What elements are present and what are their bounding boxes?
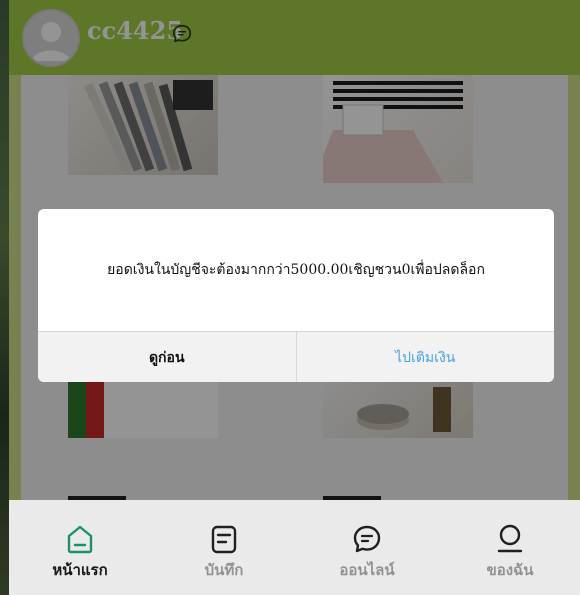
top-up-button[interactable]: ไปเติมเงิน [297,332,555,382]
dialog-message: ยอดเงินในบัญชีจะต้องมากกว่า5000.00เชิญชว… [107,262,485,278]
view-first-button[interactable]: ดูก่อน [38,332,297,382]
dialog-actions: ดูก่อน ไปเติมเงิน [38,331,554,382]
unlock-dialog: ยอดเงินในบัญชีจะต้องมากกว่า5000.00เชิญชว… [38,209,554,382]
background-strip [0,0,9,595]
nav-backdrop [9,500,580,595]
